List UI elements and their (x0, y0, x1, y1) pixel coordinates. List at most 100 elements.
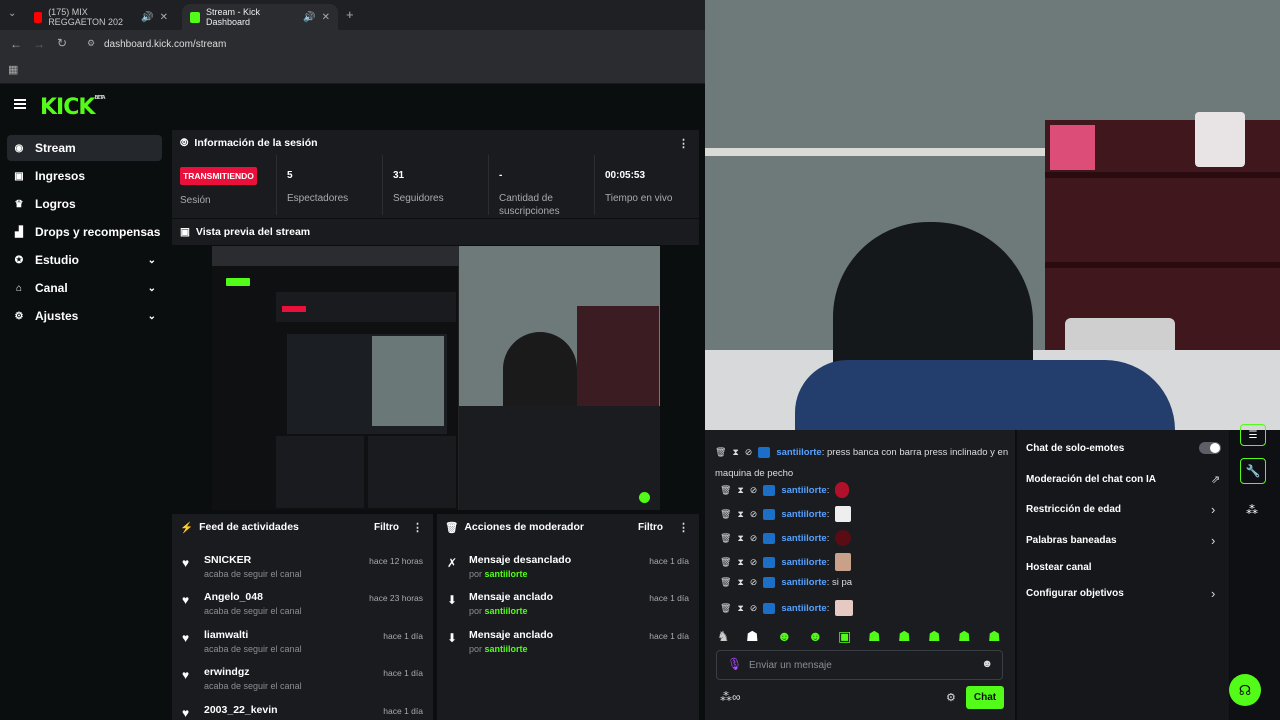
emoji-icon[interactable]: ☻ (981, 658, 993, 670)
timeout-icon[interactable]: ⧗ (737, 485, 743, 496)
emote-quick-icon[interactable]: ☻ (808, 628, 823, 644)
chat-username[interactable]: santiilorte (781, 577, 826, 588)
chat-input-box[interactable]: 🎙 Enviar un mensaje ☻ (716, 650, 1003, 680)
filter-button[interactable]: Filtro (638, 522, 663, 533)
emote-quick-icon[interactable]: ☗ (868, 628, 881, 645)
chat-text: : (826, 484, 830, 496)
points-icon[interactable]: ⁂∞ (720, 690, 741, 704)
timeout-icon[interactable]: ⧗ (737, 577, 743, 588)
forward-icon[interactable]: → (33, 37, 45, 51)
activity-item: ♥ Angelo_048 acaba de seguir el canal hace … (172, 587, 433, 625)
layout-icon[interactable]: ☰ (1240, 424, 1266, 446)
sidebar-item-logros[interactable]: ♛ Logros (7, 191, 162, 217)
emote-quick-icon[interactable]: ▣ (838, 628, 851, 645)
more-icon[interactable]: ⋮ (678, 521, 689, 534)
url-field[interactable]: dashboard.kick.com/stream (104, 39, 226, 50)
emote-quick-icon[interactable]: ☗ (928, 628, 941, 645)
back-icon[interactable]: ← (10, 37, 22, 51)
stream-preview[interactable] (212, 246, 660, 510)
apps-grid-icon[interactable]: ▦ (8, 63, 18, 76)
badge-icon (763, 484, 776, 496)
preview-shelf (577, 306, 659, 406)
sidebar-item-estudio[interactable]: ✪ Estudio ⌄ (7, 247, 162, 273)
external-link-icon[interactable]: ⇗ (1211, 473, 1220, 486)
delete-icon[interactable]: 🗑 (720, 603, 731, 614)
reload-icon[interactable]: ↻ (57, 36, 67, 50)
emote-quick-icon[interactable]: ♞ (717, 628, 730, 645)
sidebar-item-ingresos[interactable]: ▣ Ingresos (7, 163, 162, 189)
host-channel-row[interactable]: Hostear canal (1026, 562, 1092, 573)
timeout-icon[interactable]: ⧗ (737, 557, 743, 568)
site-info-icon[interactable]: ⚙ (87, 38, 95, 49)
age-restriction-row[interactable]: Restricción de edad (1026, 504, 1121, 515)
activity-user[interactable]: liamwalti (204, 629, 248, 641)
tab-youtube[interactable]: (175) MIX REGGAETON 202 🔊 ✕ (26, 4, 176, 30)
emote-quick-icon[interactable]: ☗ (898, 628, 911, 645)
more-icon[interactable]: ⋮ (412, 521, 423, 534)
mod-user[interactable]: santiilorte (485, 644, 528, 654)
chat-username[interactable]: santiilorte (781, 509, 826, 520)
banned-words-row[interactable]: Palabras baneadas (1026, 535, 1117, 546)
ai-moderation-row[interactable]: Moderación del chat con IA (1026, 474, 1156, 485)
chevron-right-icon[interactable]: › (1211, 533, 1215, 548)
emote-only-toggle[interactable] (1199, 442, 1221, 454)
ban-icon[interactable]: ⊘ (750, 485, 758, 496)
emote-quick-icon[interactable]: ☻ (777, 628, 792, 644)
timeout-icon[interactable]: ⧗ (737, 509, 743, 520)
help-support-icon[interactable]: ☊ (1229, 674, 1261, 706)
chat-username[interactable]: santiilorte (781, 557, 826, 568)
chat-username[interactable]: santiilorte (781, 533, 826, 544)
delete-icon[interactable]: 🗑 (720, 557, 731, 568)
emote-quick-icon[interactable]: ☗ (958, 628, 971, 645)
timeout-icon[interactable]: ⧗ (737, 603, 743, 614)
mod-user[interactable]: santiilorte (485, 569, 528, 579)
new-tab-icon[interactable]: + (346, 7, 354, 22)
timeout-icon[interactable]: ⧗ (732, 445, 738, 460)
chevron-right-icon[interactable]: › (1211, 502, 1215, 517)
more-icon[interactable]: ⋮ (678, 137, 689, 150)
sidebar-item-canal[interactable]: ⌂ Canal ⌄ (7, 275, 162, 301)
ban-icon[interactable]: ⊘ (750, 577, 758, 588)
goals-row[interactable]: Configurar objetivos (1026, 588, 1124, 599)
ban-icon[interactable]: ⊘ (750, 557, 758, 568)
activity-user[interactable]: Angelo_048 (204, 591, 263, 603)
delete-icon[interactable]: 🗑 (720, 533, 731, 544)
delete-icon[interactable]: 🗑 (720, 577, 731, 588)
activity-user[interactable]: 2003_22_kevin (204, 704, 278, 716)
delete-icon[interactable]: 🗑 (720, 509, 731, 520)
pin-icon: ⬇ (447, 631, 458, 645)
ban-icon[interactable]: ⊘ (750, 533, 758, 544)
sidebar-item-stream[interactable]: ◉ Stream (7, 135, 162, 161)
chat-username[interactable]: santiilorte (781, 603, 826, 614)
ban-icon[interactable]: ⊘ (750, 603, 758, 614)
tab-list-icon[interactable]: ⌄ (8, 8, 16, 19)
delete-icon[interactable]: 🗑 (720, 485, 731, 496)
activity-user[interactable]: SNICKER (204, 554, 251, 566)
menu-icon[interactable] (14, 99, 26, 109)
emote-quick-icon[interactable]: ☗ (988, 628, 1001, 645)
kick-logo[interactable]: KICKBETA (40, 95, 106, 120)
sidebar-item-ajustes[interactable]: ⚙ Ajustes ⌄ (7, 303, 162, 329)
chat-username[interactable]: santiilorte (781, 485, 826, 496)
mod-user[interactable]: santiilorte (485, 606, 528, 616)
close-icon[interactable]: ✕ (322, 12, 330, 23)
heart-icon: ♥ (182, 668, 190, 682)
close-icon[interactable]: ✕ (160, 12, 168, 23)
delete-icon[interactable]: 🗑 (715, 445, 726, 460)
chevron-right-icon[interactable]: › (1211, 586, 1215, 601)
timeout-icon[interactable]: ⧗ (737, 533, 743, 544)
ban-icon[interactable]: ⊘ (750, 509, 758, 520)
chat-username[interactable]: santiilorte (776, 447, 821, 458)
emote-quick-icon[interactable]: ☗ (746, 628, 759, 645)
apps-icon[interactable]: ⁂ (1246, 503, 1258, 517)
chat-settings-icon[interactable]: ⚙ (946, 691, 956, 704)
activity-user[interactable]: erwindgz (204, 666, 250, 678)
tab-kick-dashboard[interactable]: Stream - Kick Dashboard 🔊 ✕ (182, 4, 338, 30)
preview-browser-bar (212, 246, 459, 266)
chat-send-button[interactable]: Chat (966, 686, 1004, 709)
filter-button[interactable]: Filtro (374, 522, 399, 533)
wrench-icon[interactable]: 🔧 (1240, 458, 1266, 484)
sidebar-item-drops[interactable]: ▟ Drops y recompensas (7, 219, 162, 245)
mic-icon[interactable]: 🎙 (727, 657, 742, 671)
ban-icon[interactable]: ⊘ (745, 445, 753, 460)
